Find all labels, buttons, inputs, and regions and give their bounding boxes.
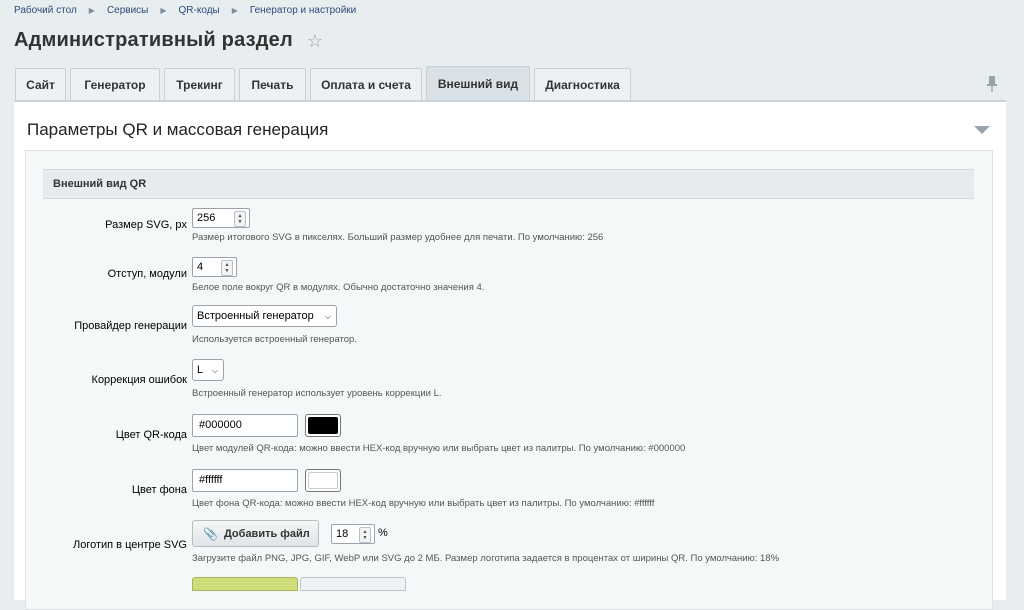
tab-site[interactable]: Сайт <box>15 68 66 100</box>
star-icon[interactable]: ☆ <box>307 32 323 50</box>
margin-input[interactable]: 4 ▲ ▼ <box>192 257 237 277</box>
breadcrumb-separator-icon: ▶ <box>88 6 95 15</box>
correction-hint: Встроенный генератор использует уровень … <box>192 388 442 399</box>
cancel-button[interactable] <box>300 577 406 591</box>
chevron-down-icon: ⌵ <box>324 312 331 321</box>
tab-print[interactable]: Печать <box>239 68 306 100</box>
svg-size-input[interactable]: 256 ▲ ▼ <box>192 208 250 228</box>
bg-color-picker[interactable] <box>305 469 341 492</box>
breadcrumb-desktop[interactable]: Рабочий стол <box>14 5 77 16</box>
collapse-icon[interactable] <box>974 126 990 134</box>
margin-value: 4 <box>197 261 204 273</box>
add-file-label: Добавить файл <box>223 527 310 540</box>
margin-hint: Белое поле вокруг QR в модулях. Обычно д… <box>192 282 485 293</box>
pin-icon[interactable] <box>986 75 998 93</box>
svg-size-value: 256 <box>197 212 216 224</box>
logo-percent-value: 18 <box>336 528 349 540</box>
breadcrumb: Рабочий стол ▶ Сервисы ▶ QR-коды ▶ Генер… <box>14 5 356 16</box>
paperclip-icon: 📎 <box>203 526 218 541</box>
bg-color-label: Цвет фона <box>131 484 187 496</box>
bg-color-hint: Цвет фона QR-кода: можно ввести HEX-код … <box>192 498 655 509</box>
tab-diagnostics[interactable]: Диагностика <box>534 68 631 100</box>
tab-tracking[interactable]: Трекинг <box>164 68 235 100</box>
bg-color-input[interactable]: #ffffff <box>192 469 298 492</box>
section-title: Внешний вид QR <box>53 178 147 190</box>
svg-size-hint: Размер итогового SVG в пикселях. Больший… <box>192 232 604 243</box>
bg-color-swatch <box>308 472 338 489</box>
correction-select[interactable]: L ⌵ <box>192 359 224 381</box>
correction-value: L <box>197 364 204 376</box>
provider-select[interactable]: Встроенный генератор ⌵ <box>192 305 337 327</box>
tab-payment[interactable]: Оплата и счета <box>310 68 422 100</box>
tab-generator[interactable]: Генератор <box>70 68 160 100</box>
spinner-icon[interactable]: ▲ ▼ <box>221 260 233 276</box>
breadcrumb-generator-settings[interactable]: Генератор и настройки <box>250 5 356 16</box>
tab-bar: Сайт Генератор Трекинг Печать Оплата и с… <box>15 66 635 100</box>
logo-percent-input[interactable]: 18 ▲ ▼ <box>331 524 375 544</box>
settings-panel: Параметры QR и массовая генерация Внешни… <box>14 100 1006 610</box>
logo-label: Логотип в центре SVG <box>72 539 187 551</box>
panel-title: Параметры QR и массовая генерация <box>27 120 329 139</box>
breadcrumb-services[interactable]: Сервисы <box>107 5 148 16</box>
add-file-button[interactable]: 📎 Добавить файл <box>192 520 319 547</box>
settings-form: Внешний вид QR Размер SVG, px 256 ▲ ▼ Раз… <box>25 150 993 610</box>
tab-appearance[interactable]: Внешний вид <box>426 66 530 100</box>
page-title: Административный раздел <box>14 29 293 51</box>
qr-color-swatch <box>308 417 338 434</box>
qr-color-hint: Цвет модулей QR-кода: можно ввести HEX-к… <box>192 443 686 454</box>
breadcrumb-qr-codes[interactable]: QR-коды <box>179 5 220 16</box>
section-header: Внешний вид QR <box>43 169 974 199</box>
margin-label: Отступ, модули <box>107 268 187 280</box>
breadcrumb-separator-icon: ▶ <box>231 6 238 15</box>
qr-color-input[interactable]: #000000 <box>192 414 298 437</box>
provider-value: Встроенный генератор <box>197 310 314 322</box>
breadcrumb-separator-icon: ▶ <box>160 6 167 15</box>
logo-hint: Загрузите файл PNG, JPG, GIF, WebP или S… <box>192 553 780 564</box>
correction-label: Коррекция ошибок <box>91 374 187 386</box>
spinner-icon[interactable]: ▲ ▼ <box>234 211 246 227</box>
provider-hint: Используется встроенный генератор. <box>192 334 357 345</box>
qr-color-picker[interactable] <box>305 414 341 437</box>
svg-size-label: Размер SVG, px <box>105 219 187 231</box>
save-button[interactable] <box>192 577 298 591</box>
provider-label: Провайдер генерации <box>74 320 187 332</box>
chevron-down-icon: ⌵ <box>211 366 218 375</box>
percent-unit: % <box>378 527 388 539</box>
qr-color-label: Цвет QR-кода <box>115 429 187 441</box>
spinner-icon[interactable]: ▲ ▼ <box>359 527 371 543</box>
